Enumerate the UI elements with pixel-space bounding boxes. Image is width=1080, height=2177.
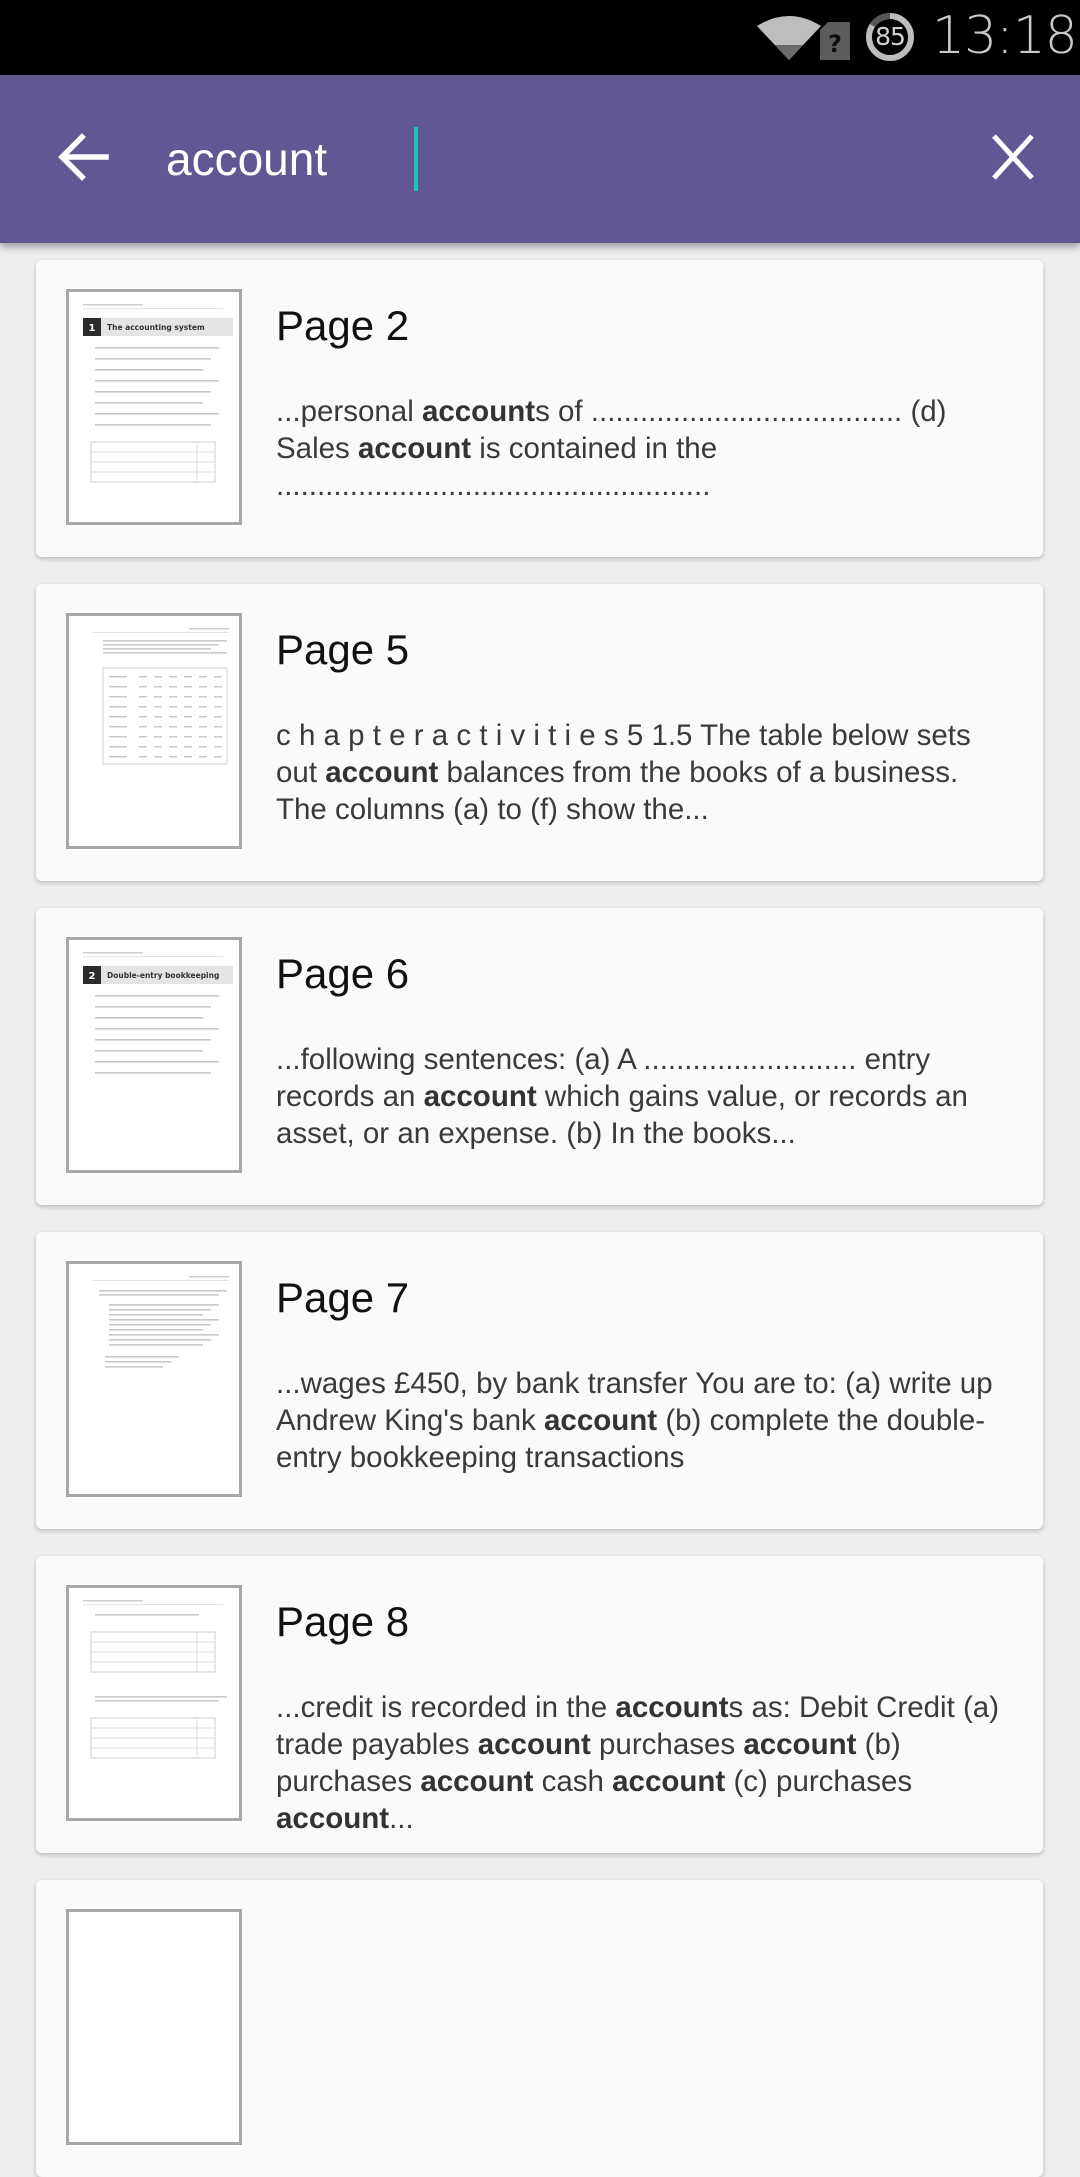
- snippet-text: (c) purchases: [725, 1765, 913, 1798]
- snippet-text: ...personal: [276, 395, 422, 428]
- result-page-title: Page 8: [276, 1598, 410, 1645]
- page-thumbnail: [66, 613, 242, 849]
- text-caret: [414, 127, 418, 191]
- result-snippet: ...personal accounts of ................…: [276, 393, 1016, 504]
- battery-level: 85: [875, 22, 906, 51]
- snippet-text: ...: [389, 1802, 414, 1835]
- status-bar: ? 85 13:18: [0, 0, 1080, 75]
- wifi-icon: [757, 16, 821, 60]
- sim-unknown-icon: ?: [820, 22, 850, 60]
- svg-text:1: 1: [89, 323, 96, 334]
- result-card[interactable]: Page 7 ...wages £450, by bank transfer Y…: [36, 1232, 1043, 1529]
- highlighted-match: account: [421, 395, 536, 428]
- svg-text:?: ?: [828, 30, 842, 58]
- svg-text:Double-entry bookkeeping: Double-entry bookkeeping: [107, 971, 219, 980]
- result-snippet: ...credit is recorded in the accounts as…: [276, 1689, 1016, 1837]
- result-card[interactable]: [36, 1880, 1043, 2177]
- highlighted-match: account: [358, 432, 472, 465]
- result-card[interactable]: 2 Double-entry bookkeeping Page 6 ...foll…: [36, 908, 1043, 1205]
- highlighted-match: account: [615, 1691, 729, 1724]
- highlighted-match: account: [420, 1765, 534, 1798]
- highlighted-match: account: [325, 756, 439, 789]
- page-thumbnail: 2 Double-entry bookkeeping: [66, 937, 242, 1173]
- result-snippet: ...wages £450, by bank transfer You are …: [276, 1365, 1016, 1476]
- result-page-title: Page 7: [276, 1274, 410, 1321]
- result-snippet: c h a p t e r a c t i v i t i e s 5 1.5 …: [276, 717, 1016, 828]
- page-thumbnail: [66, 1261, 242, 1497]
- snippet-text: purchases: [590, 1728, 744, 1761]
- page-thumbnail: 1 The accounting system: [66, 289, 242, 525]
- page-thumbnail: [66, 1909, 242, 2145]
- snippet-text: ...credit is recorded in the: [276, 1691, 616, 1724]
- result-page-title: Page 6: [276, 950, 410, 997]
- close-icon[interactable]: [990, 132, 1036, 182]
- snippet-text: cash: [533, 1765, 613, 1798]
- highlighted-match: account: [612, 1765, 726, 1798]
- svg-text:The accounting system: The accounting system: [107, 323, 205, 332]
- result-card[interactable]: Page 8 ...credit is recorded in the acco…: [36, 1556, 1043, 1853]
- highlighted-match: account: [276, 1802, 390, 1835]
- search-toolbar: [0, 75, 1080, 243]
- highlighted-match: account: [544, 1404, 658, 1437]
- arrow-left-icon[interactable]: [56, 130, 110, 184]
- svg-text:2: 2: [89, 971, 96, 982]
- result-snippet: ...following sentences: (a) A ..........…: [276, 1041, 1016, 1152]
- search-field[interactable]: [166, 123, 418, 195]
- clock: 13:18: [932, 6, 1078, 66]
- result-page-title: Page 2: [276, 302, 410, 349]
- result-card[interactable]: Page 5 c h a p t e r a c t i v i t i e s…: [36, 584, 1043, 881]
- highlighted-match: account: [477, 1728, 591, 1761]
- search-input[interactable]: [166, 132, 413, 186]
- page-thumbnail: [66, 1585, 242, 1821]
- result-page-title: Page 5: [276, 626, 410, 673]
- highlighted-match: account: [743, 1728, 857, 1761]
- highlighted-match: account: [423, 1080, 537, 1113]
- result-card[interactable]: 1 The accounting system Page 2 ...persona…: [36, 260, 1043, 557]
